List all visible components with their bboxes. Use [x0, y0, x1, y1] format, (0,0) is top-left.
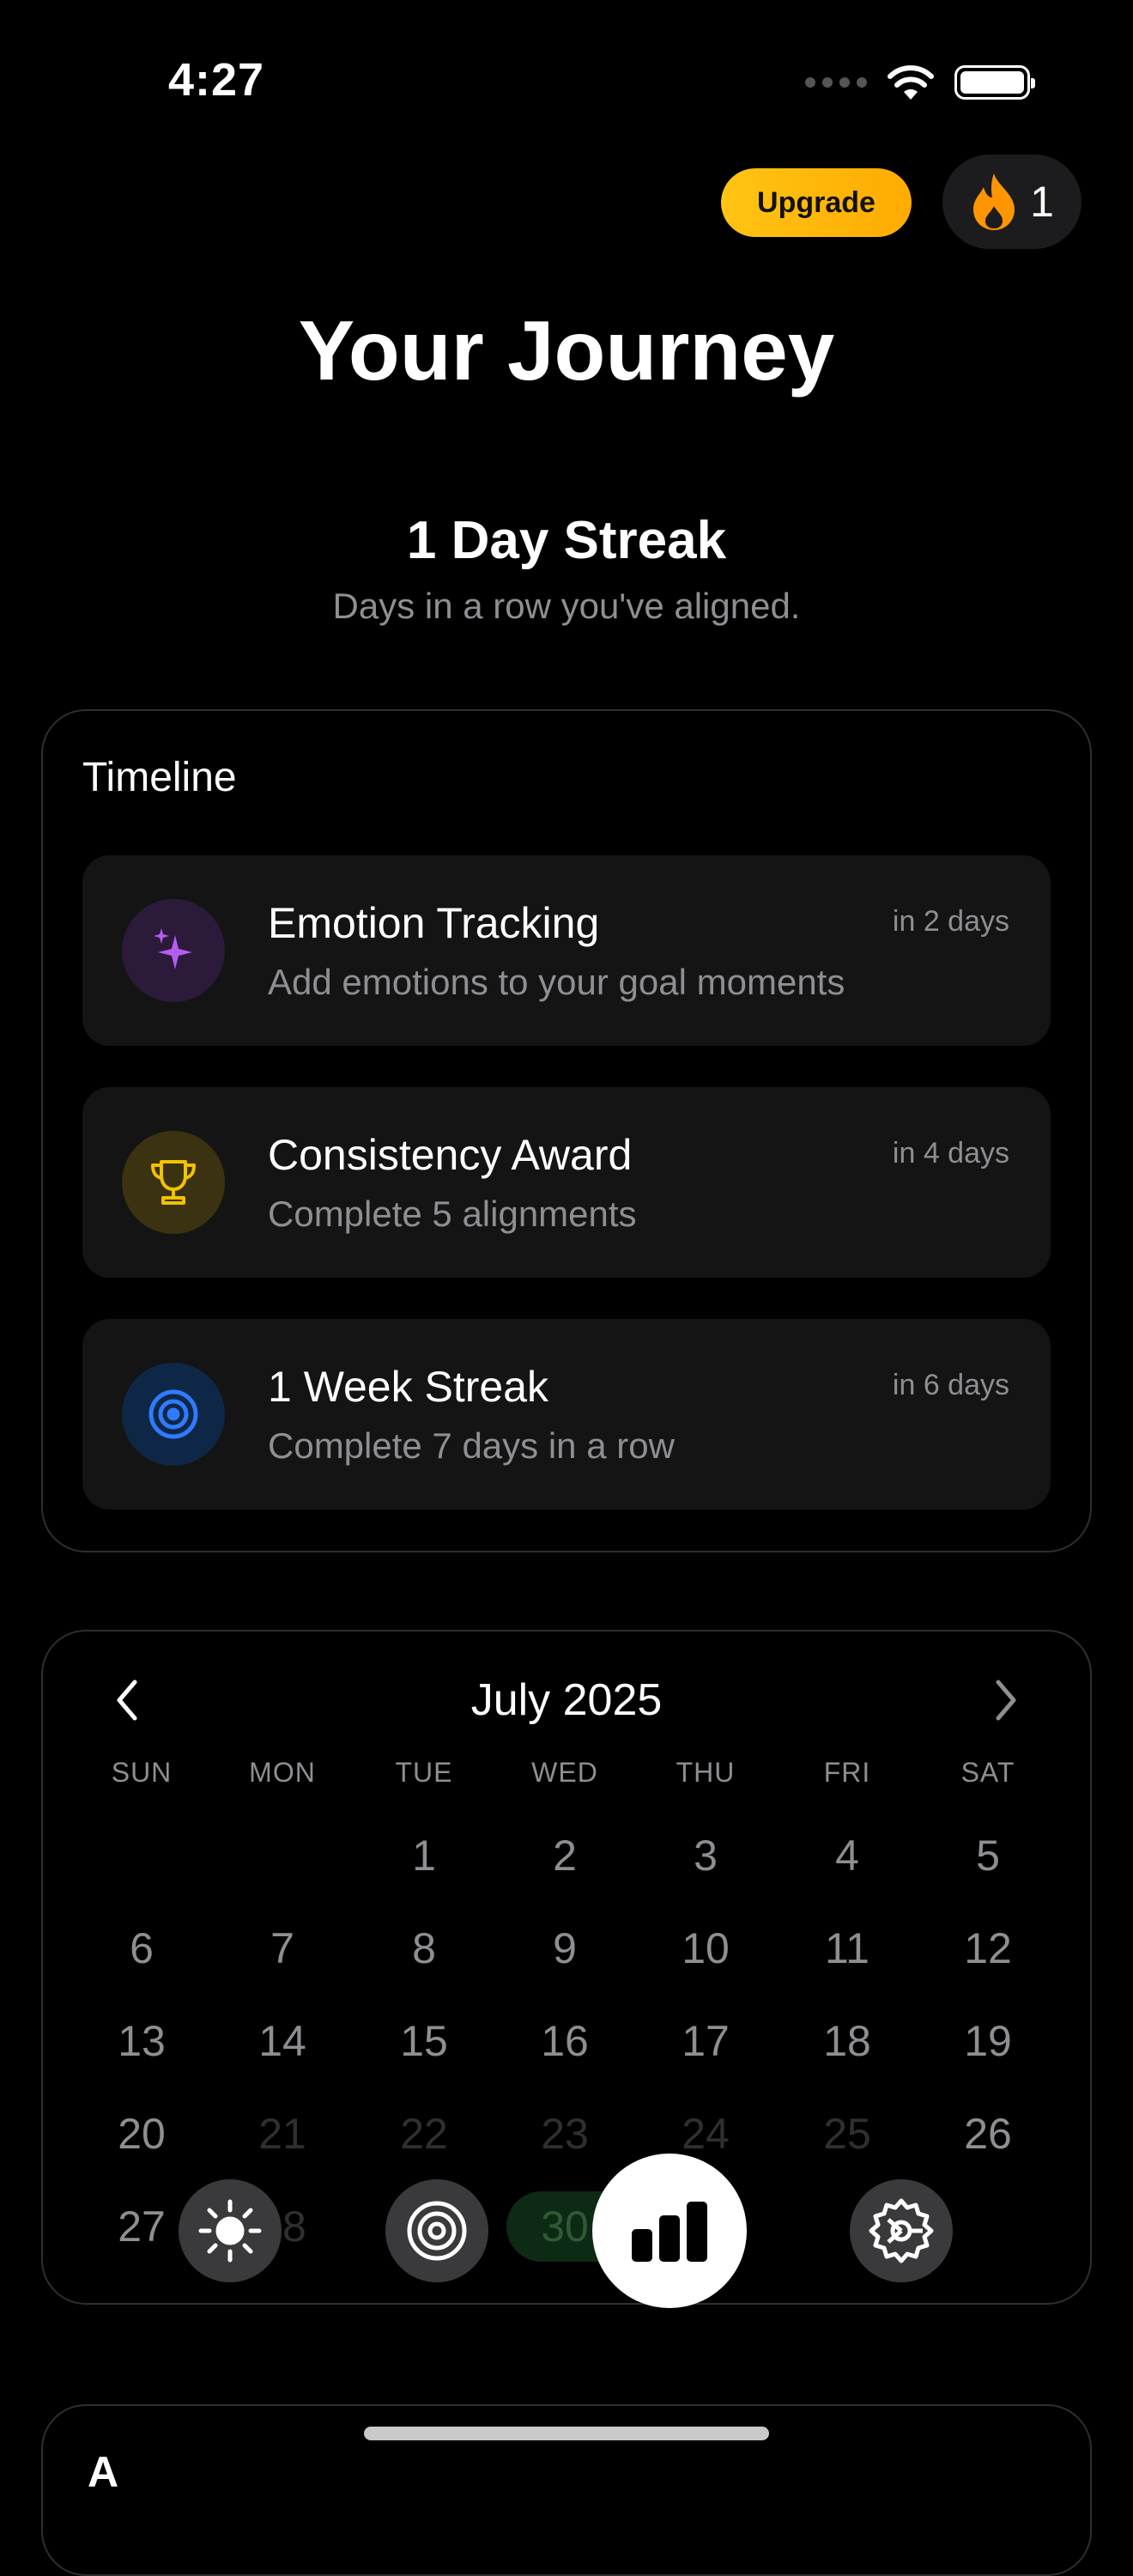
bar-chart-icon — [632, 2202, 707, 2262]
sparkles-icon — [122, 899, 225, 1002]
calendar-day[interactable]: 22 — [354, 2109, 494, 2159]
next-month-button[interactable] — [980, 1674, 1032, 1726]
calendar-day[interactable]: 26 — [918, 2109, 1058, 2159]
home-indicator[interactable] — [364, 2427, 769, 2440]
calendar-day[interactable]: 16 — [494, 2016, 635, 2066]
calendar-day[interactable]: 19 — [918, 2016, 1058, 2066]
calendar-day[interactable]: 11 — [777, 1923, 918, 1973]
streak-title: 1 Day Streak — [406, 511, 727, 570]
calendar-day[interactable]: 14 — [212, 2016, 353, 2066]
status-icons — [805, 64, 1035, 101]
calendar-day[interactable]: 20 — [71, 2109, 212, 2159]
calendar-day[interactable]: 24 — [635, 2109, 776, 2159]
nav-today-button[interactable] — [179, 2179, 282, 2282]
timeline-item-subtitle: Complete 7 days in a row — [268, 1425, 675, 1466]
timeline-item-title: Emotion Tracking — [268, 899, 600, 947]
target-icon — [122, 1363, 225, 1466]
cellular-signal-icon — [805, 77, 867, 88]
next-section-heading: A — [88, 2448, 119, 2496]
weekday-label: THU — [676, 1757, 736, 1788]
calendar-day[interactable]: 17 — [635, 2016, 776, 2066]
settings-icon — [869, 2198, 934, 2263]
timeline-item-subtitle: Add emotions to your goal moments — [268, 962, 845, 1002]
status-time: 4:27 — [168, 54, 265, 106]
calendar-day[interactable]: 10 — [635, 1923, 776, 1973]
calendar-day[interactable]: 2 — [494, 1831, 635, 1880]
calendar-day[interactable]: 18 — [777, 2016, 918, 2066]
calendar-day[interactable]: 9 — [494, 1923, 635, 1973]
weekday-label: WED — [531, 1757, 598, 1788]
calendar-day[interactable]: 6 — [71, 1923, 212, 1973]
nav-goals-button[interactable] — [385, 2179, 488, 2282]
calendar-day[interactable]: 8 — [354, 1923, 494, 1973]
calendar-day[interactable]: 23 — [494, 2109, 635, 2159]
weekday-label: SUN — [111, 1757, 173, 1788]
nav-settings-button[interactable] — [850, 2179, 953, 2282]
sun-icon — [198, 2199, 262, 2263]
chevron-right-icon — [996, 1680, 1016, 1721]
timeline-item-when: in 4 days — [892, 1137, 1009, 1170]
weekday-label: MON — [249, 1757, 316, 1788]
timeline-item-title: 1 Week Streak — [268, 1363, 549, 1411]
streak-count: 1 — [1030, 178, 1054, 226]
calendar-day[interactable]: 12 — [918, 1923, 1058, 1973]
target-icon — [407, 2201, 467, 2261]
calendar-day[interactable]: 1 — [354, 1831, 494, 1880]
streak-badge[interactable]: 1 — [942, 155, 1082, 249]
calendar-day[interactable]: 4 — [777, 1831, 918, 1880]
calendar-day[interactable]: 25 — [777, 2109, 918, 2159]
timeline-item[interactable]: Emotion Tracking Add emotions to your go… — [82, 855, 1051, 1046]
calendar-day[interactable]: 21 — [212, 2109, 353, 2159]
calendar-day[interactable]: 15 — [354, 2016, 494, 2066]
calendar-day[interactable]: 13 — [71, 2016, 212, 2066]
calendar-day[interactable]: 7 — [212, 1923, 353, 1973]
timeline-item-when: in 2 days — [892, 905, 1009, 938]
timeline-item-when: in 6 days — [892, 1369, 1009, 1401]
timeline-item[interactable]: Consistency Award Complete 5 alignments … — [82, 1087, 1051, 1278]
calendar-day[interactable]: 3 — [635, 1831, 776, 1880]
weekday-label: SAT — [960, 1757, 1015, 1788]
trophy-icon — [122, 1131, 225, 1234]
calendar-day[interactable]: 5 — [918, 1831, 1058, 1880]
weekday-label: TUE — [395, 1757, 453, 1788]
upgrade-button[interactable]: Upgrade — [721, 168, 912, 237]
timeline-heading: Timeline — [82, 755, 237, 800]
flame-icon — [973, 173, 1015, 230]
battery-icon — [954, 65, 1035, 100]
calendar-month-label: July 2025 — [470, 1675, 663, 1725]
timeline-item-subtitle: Complete 5 alignments — [268, 1194, 637, 1234]
nav-journey-button[interactable] — [592, 2154, 747, 2308]
page-title: Your Journey — [298, 303, 835, 398]
streak-subtitle: Days in a row you've aligned. — [332, 586, 801, 626]
timeline-card: Timeline Emotion Tracking Add emotions t… — [41, 709, 1092, 1552]
timeline-item[interactable]: 1 Week Streak Complete 7 days in a row i… — [82, 1319, 1051, 1510]
weekday-label: FRI — [823, 1757, 871, 1788]
wifi-icon — [888, 65, 934, 100]
timeline-item-title: Consistency Award — [268, 1131, 633, 1179]
